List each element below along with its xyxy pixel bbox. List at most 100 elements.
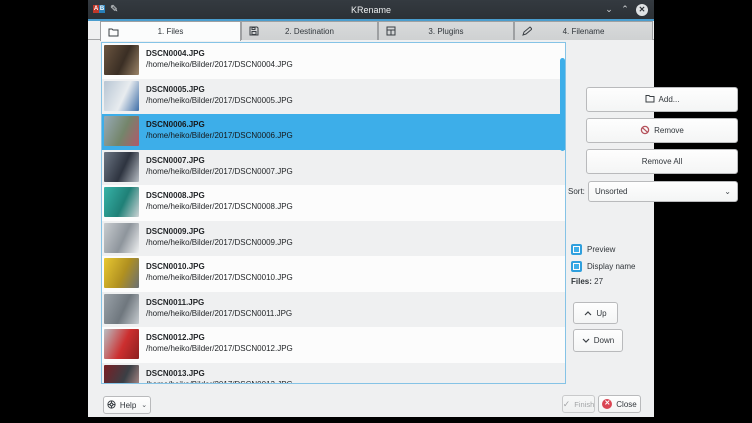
file-name: DSCN0005.JPG <box>146 84 293 95</box>
move-down-button[interactable]: Down <box>573 329 623 352</box>
chevron-down-icon: ⌄ <box>141 401 147 409</box>
remove-all-button[interactable]: Remove All <box>586 149 738 174</box>
chevron-down-icon <box>582 336 590 345</box>
file-thumbnail <box>104 258 139 288</box>
file-meta: DSCN0008.JPG /home/heiko/Bilder/2017/DSC… <box>146 185 293 221</box>
krename-window: A B ✎ KRename ⌄ ⌃ ✕ 1. Files 2. Destinat… <box>88 0 654 417</box>
files-count-label: Files: <box>571 277 592 286</box>
file-name: DSCN0012.JPG <box>146 332 293 343</box>
help-lifebuoy-icon <box>107 400 116 411</box>
finish-button[interactable]: ✓ Finish <box>562 395 595 413</box>
file-path: /home/heiko/Bilder/2017/DSCN0004.JPG <box>146 59 293 70</box>
tab-plugins[interactable]: 3. Plugins <box>378 21 514 40</box>
chevron-down-icon: ⌄ <box>724 187 731 196</box>
scrollbar-thumb[interactable] <box>560 58 565 151</box>
help-button-label: Help <box>120 401 136 410</box>
move-down-button-label: Down <box>594 336 614 345</box>
preview-checkbox-row[interactable]: Preview <box>571 244 615 255</box>
display-name-checkbox-label: Display name <box>587 262 635 271</box>
file-path: /home/heiko/Bilder/2017/DSCN0005.JPG <box>146 95 293 106</box>
add-button[interactable]: Add... <box>586 87 738 112</box>
file-path: /home/heiko/Bilder/2017/DSCN0012.JPG <box>146 343 293 354</box>
file-list-row[interactable]: DSCN0009.JPG /home/heiko/Bilder/2017/DSC… <box>102 221 565 257</box>
file-thumbnail <box>104 365 139 385</box>
file-list-row[interactable]: DSCN0010.JPG /home/heiko/Bilder/2017/DSC… <box>102 256 565 292</box>
file-meta: DSCN0011.JPG /home/heiko/Bilder/2017/DSC… <box>146 292 292 328</box>
file-name: DSCN0008.JPG <box>146 190 293 201</box>
file-list[interactable]: DSCN0004.JPG /home/heiko/Bilder/2017/DSC… <box>101 42 566 384</box>
sort-dropdown[interactable]: Unsorted ⌄ <box>588 181 738 202</box>
tab-destination[interactable]: 2. Destination <box>241 21 378 40</box>
close-button-label: Close <box>616 400 636 409</box>
file-thumbnail <box>104 329 139 359</box>
tab-filename[interactable]: 4. Filename <box>514 21 653 40</box>
chevron-up-icon <box>584 309 592 318</box>
file-name: DSCN0010.JPG <box>146 261 293 272</box>
titlebar: A B ✎ KRename ⌄ ⌃ ✕ <box>88 0 654 19</box>
maximize-button[interactable]: ⌃ <box>620 5 630 14</box>
file-meta: DSCN0009.JPG /home/heiko/Bilder/2017/DSC… <box>146 221 293 257</box>
tab-files[interactable]: 1. Files <box>100 21 241 41</box>
add-folder-icon <box>645 94 655 105</box>
file-thumbnail <box>104 223 139 253</box>
move-up-button[interactable]: Up <box>573 302 618 324</box>
file-name: DSCN0011.JPG <box>146 297 292 308</box>
tab-label: 2. Destination <box>242 27 377 36</box>
file-meta: DSCN0012.JPG /home/heiko/Bilder/2017/DSC… <box>146 327 293 363</box>
display-name-checkbox[interactable] <box>571 261 582 272</box>
finish-button-label: Finish <box>574 400 594 409</box>
tab-bar: 1. Files 2. Destination 3. Plugins 4. Fi… <box>88 21 654 40</box>
help-button[interactable]: Help ⌄ <box>103 396 151 414</box>
file-meta: DSCN0013.JPG /home/heiko/Bilder/2017/DSC… <box>146 363 293 385</box>
tab-label: 1. Files <box>101 27 240 36</box>
file-list-row[interactable]: DSCN0012.JPG /home/heiko/Bilder/2017/DSC… <box>102 327 565 363</box>
file-meta: DSCN0004.JPG /home/heiko/Bilder/2017/DSC… <box>146 43 293 79</box>
close-window-button[interactable]: ✕ <box>636 4 648 16</box>
file-path: /home/heiko/Bilder/2017/DSCN0008.JPG <box>146 201 293 212</box>
file-list-row[interactable]: DSCN0005.JPG /home/heiko/Bilder/2017/DSC… <box>102 79 565 115</box>
file-path: /home/heiko/Bilder/2017/DSCN0010.JPG <box>146 272 293 283</box>
remove-all-button-label: Remove All <box>642 157 682 166</box>
remove-button-label: Remove <box>654 126 684 135</box>
file-path: /home/heiko/Bilder/2017/DSCN0013.JPG <box>146 379 293 385</box>
file-path: /home/heiko/Bilder/2017/DSCN0007.JPG <box>146 166 293 177</box>
file-path: /home/heiko/Bilder/2017/DSCN0009.JPG <box>146 237 293 248</box>
files-count-value: 27 <box>594 277 603 286</box>
close-button[interactable]: ✕ Close <box>598 395 641 413</box>
tab-label: 3. Plugins <box>379 27 513 36</box>
files-count: Files: 27 <box>571 277 603 286</box>
remove-button[interactable]: Remove <box>586 118 738 143</box>
remove-icon <box>640 125 650 137</box>
checkbox-check-mark <box>574 264 579 269</box>
window-title: KRename <box>88 5 654 15</box>
file-thumbnail <box>104 152 139 182</box>
file-list-row[interactable]: DSCN0013.JPG /home/heiko/Bilder/2017/DSC… <box>102 363 565 385</box>
file-name: DSCN0013.JPG <box>146 368 293 379</box>
preview-checkbox[interactable] <box>571 244 582 255</box>
file-path: /home/heiko/Bilder/2017/DSCN0011.JPG <box>146 308 292 319</box>
file-list-row[interactable]: DSCN0011.JPG /home/heiko/Bilder/2017/DSC… <box>102 292 565 328</box>
sort-label: Sort: <box>568 187 585 196</box>
display-name-checkbox-row[interactable]: Display name <box>571 261 635 272</box>
file-list-row[interactable]: DSCN0007.JPG /home/heiko/Bilder/2017/DSC… <box>102 150 565 186</box>
file-meta: DSCN0010.JPG /home/heiko/Bilder/2017/DSC… <box>146 256 293 292</box>
move-up-button-label: Up <box>596 309 606 318</box>
file-meta: DSCN0005.JPG /home/heiko/Bilder/2017/DSC… <box>146 79 293 115</box>
file-thumbnail <box>104 116 139 146</box>
file-thumbnail <box>104 45 139 75</box>
file-thumbnail <box>104 294 139 324</box>
file-list-row[interactable]: DSCN0006.JPG /home/heiko/Bilder/2017/DSC… <box>102 114 565 150</box>
file-list-row[interactable]: DSCN0008.JPG /home/heiko/Bilder/2017/DSC… <box>102 185 565 221</box>
checkbox-check-mark <box>574 247 579 252</box>
file-path: /home/heiko/Bilder/2017/DSCN0006.JPG <box>146 130 293 141</box>
file-meta: DSCN0006.JPG /home/heiko/Bilder/2017/DSC… <box>146 114 293 150</box>
minimize-button[interactable]: ⌄ <box>604 5 614 14</box>
file-list-row[interactable]: DSCN0004.JPG /home/heiko/Bilder/2017/DSC… <box>102 43 565 79</box>
sort-dropdown-value: Unsorted <box>595 187 724 196</box>
file-name: DSCN0006.JPG <box>146 119 293 130</box>
file-name: DSCN0009.JPG <box>146 226 293 237</box>
add-button-label: Add... <box>659 95 680 104</box>
file-name: DSCN0007.JPG <box>146 155 293 166</box>
file-name: DSCN0004.JPG <box>146 48 293 59</box>
tab-label: 4. Filename <box>515 27 652 36</box>
